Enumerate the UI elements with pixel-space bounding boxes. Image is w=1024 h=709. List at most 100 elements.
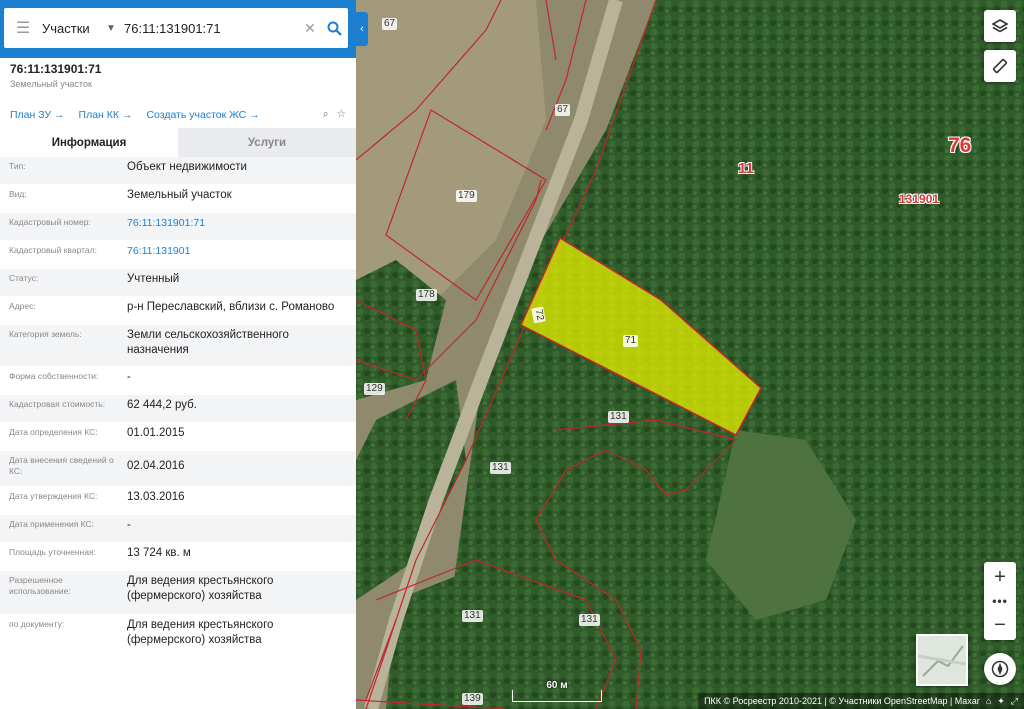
tabs: Информация Услуги <box>0 128 356 157</box>
detail-value: р-н Переславский, вблизи с. Романово <box>127 301 335 313</box>
detail-value: Учтенный <box>127 273 180 285</box>
detail-value: - <box>127 371 131 383</box>
scale-bar: 60 м <box>512 680 602 702</box>
search-box: ☰ Участки ▼ 76:11:131901:71 ✕ <box>4 8 348 48</box>
search-bar: ☰ Участки ▼ 76:11:131901:71 ✕ <box>0 0 356 58</box>
quarter-plan-link[interactable]: План КК → <box>79 109 133 121</box>
satellite-imagery <box>356 0 1024 709</box>
details-table: Тип: Объект недвижимости Вид: Земельный уч… <box>0 157 356 659</box>
menu-icon: ☰ <box>15 20 31 37</box>
map-view[interactable]: 67 67 179 178 72 71 129 131 131 131 131 … <box>356 0 1024 709</box>
parcel-plan-link[interactable]: План ЗУ → <box>10 109 65 121</box>
chevron-down-icon[interactable]: ▼ <box>106 23 124 34</box>
attribution-bar: ПКК © Росреестр 2010-2021 | © Участники … <box>698 693 1024 709</box>
detail-value: 13.03.2016 <box>127 491 185 503</box>
detail-row: Дата внесения сведений о КС: 02.04.2016 <box>0 451 356 487</box>
parcel-label[interactable]: 67 <box>382 18 398 30</box>
zoom-in-button[interactable]: + <box>984 562 1016 592</box>
compass-button[interactable] <box>984 653 1016 685</box>
detail-value: 13 724 кв. м <box>127 547 191 559</box>
detail-value: Земельный участок <box>127 189 232 201</box>
parcel-label[interactable]: 131 <box>490 462 511 474</box>
detail-row: Дата утверждения КС: 13.03.2016 <box>0 487 356 515</box>
cadastral-number-link[interactable]: 76:11:131901:71 <box>127 213 356 240</box>
tab-services[interactable]: Услуги <box>178 128 356 157</box>
clear-icon[interactable]: ✕ <box>304 20 320 37</box>
parcel-label[interactable]: 178 <box>416 289 437 301</box>
detail-label: Статус: <box>9 273 39 283</box>
detail-row: Статус: Учтенный <box>0 269 356 297</box>
detail-row: Тип: Объект недвижимости <box>0 157 356 185</box>
home-icon[interactable]: ⌂ <box>986 696 991 706</box>
detail-label: Вид: <box>9 189 27 199</box>
cadastral-district-label: 76 <box>948 134 972 157</box>
cadastral-quarter-link[interactable]: 76:11:131901 <box>127 241 356 268</box>
parcel-label[interactable]: 179 <box>456 190 477 202</box>
detail-row: Дата применения КС: - <box>0 515 356 543</box>
favorite-star-icon[interactable]: ☆ <box>337 108 346 121</box>
object-header: 76:11:131901:71 Земельный участок <box>0 58 356 89</box>
detail-label: Дата определения КС: <box>9 427 98 437</box>
detail-label: Форма собственности: <box>9 371 99 381</box>
create-parcel-link[interactable]: Создать участок ЖС → <box>146 109 259 121</box>
detail-label: Дата внесения сведений о КС: <box>9 455 114 476</box>
zoom-out-icon: − <box>994 613 1006 636</box>
detail-row: по документу: Для ведения крестьянского (… <box>0 615 356 659</box>
zoom-to-object-icon[interactable]: ⌕ <box>323 108 329 121</box>
action-links: План ЗУ → План КК → Создать участок ЖС →… <box>0 108 356 121</box>
detail-label: Кадастровый квартал: <box>9 245 97 255</box>
layers-icon <box>992 19 1008 33</box>
menu-button[interactable]: ☰ <box>4 18 42 38</box>
detail-row: Кадастровый квартал: 76:11:131901 <box>0 241 356 269</box>
parcel-label[interactable]: 72 <box>531 306 546 324</box>
parcel-label-selected[interactable]: 71 <box>623 335 639 347</box>
locate-icon[interactable]: ✦ <box>997 696 1005 707</box>
cadastral-area-label: 11 <box>738 160 754 177</box>
detail-label: Дата применения КС: <box>9 519 95 529</box>
tab-information[interactable]: Информация <box>0 128 178 157</box>
zoom-out-button[interactable]: − <box>984 610 1016 640</box>
detail-label: Кадастровая стоимость: <box>9 399 106 409</box>
basemap-switcher[interactable] <box>916 634 968 686</box>
detail-row: Кадастровая стоимость: 62 444,2 руб. <box>0 395 356 423</box>
detail-row: Вид: Земельный участок <box>0 185 356 213</box>
search-icon <box>327 21 342 36</box>
parcel-label[interactable]: 139 <box>462 693 483 705</box>
parcel-label[interactable]: 131 <box>579 614 600 626</box>
detail-row: Разрешенное использование: Для ведения кр… <box>0 571 356 615</box>
parcel-label[interactable]: 67 <box>555 104 571 116</box>
zoom-controls: + ••• − <box>984 562 1016 640</box>
zoom-in-icon: + <box>994 565 1006 588</box>
detail-value: Для ведения крестьянского (фермерского) … <box>127 619 274 646</box>
detail-label: Разрешенное использование: <box>9 575 71 596</box>
detail-label: Дата утверждения КС: <box>9 491 98 501</box>
detail-value: Для ведения крестьянского (фермерского) … <box>127 575 274 602</box>
detail-label: Категория земель: <box>9 329 82 339</box>
detail-row: Дата определения КС: 01.01.2015 <box>0 423 356 451</box>
detail-value: 01.01.2015 <box>127 427 185 439</box>
cadastral-quarter-label: 131901 <box>899 192 940 206</box>
info-panel: ☰ Участки ▼ 76:11:131901:71 ✕ 76:11:1319… <box>0 0 356 709</box>
detail-value: Объект недвижимости <box>127 161 247 173</box>
more-options-button[interactable]: ••• <box>984 592 1016 610</box>
search-button[interactable] <box>320 21 348 36</box>
layers-button[interactable] <box>984 10 1016 42</box>
ruler-icon <box>992 58 1008 74</box>
minimap-preview <box>917 645 967 677</box>
detail-row: Категория земель: Земли сельскохозяйствен… <box>0 325 356 367</box>
search-category-select[interactable]: Участки <box>42 21 106 36</box>
measure-button[interactable] <box>984 50 1016 82</box>
detail-value: 02.04.2016 <box>127 460 185 472</box>
parcel-label[interactable]: 131 <box>608 411 629 423</box>
detail-row: Адрес: р-н Переславский, вблизи с. Романо… <box>0 297 356 325</box>
detail-value: Земли сельскохозяйственного назначения <box>127 329 289 356</box>
search-input[interactable]: 76:11:131901:71 <box>124 21 304 36</box>
parcel-label[interactable]: 131 <box>462 610 483 622</box>
object-number: 76:11:131901:71 <box>10 62 102 76</box>
compass-icon <box>991 660 1009 678</box>
parcel-label[interactable]: 129 <box>364 383 385 395</box>
detail-row: Кадастровый номер: 76:11:131901:71 <box>0 213 356 241</box>
fullscreen-icon[interactable]: ⤢ <box>1011 696 1018 707</box>
chevron-left-icon: ‹ <box>360 23 364 35</box>
collapse-panel-button[interactable]: ‹ <box>356 12 368 46</box>
